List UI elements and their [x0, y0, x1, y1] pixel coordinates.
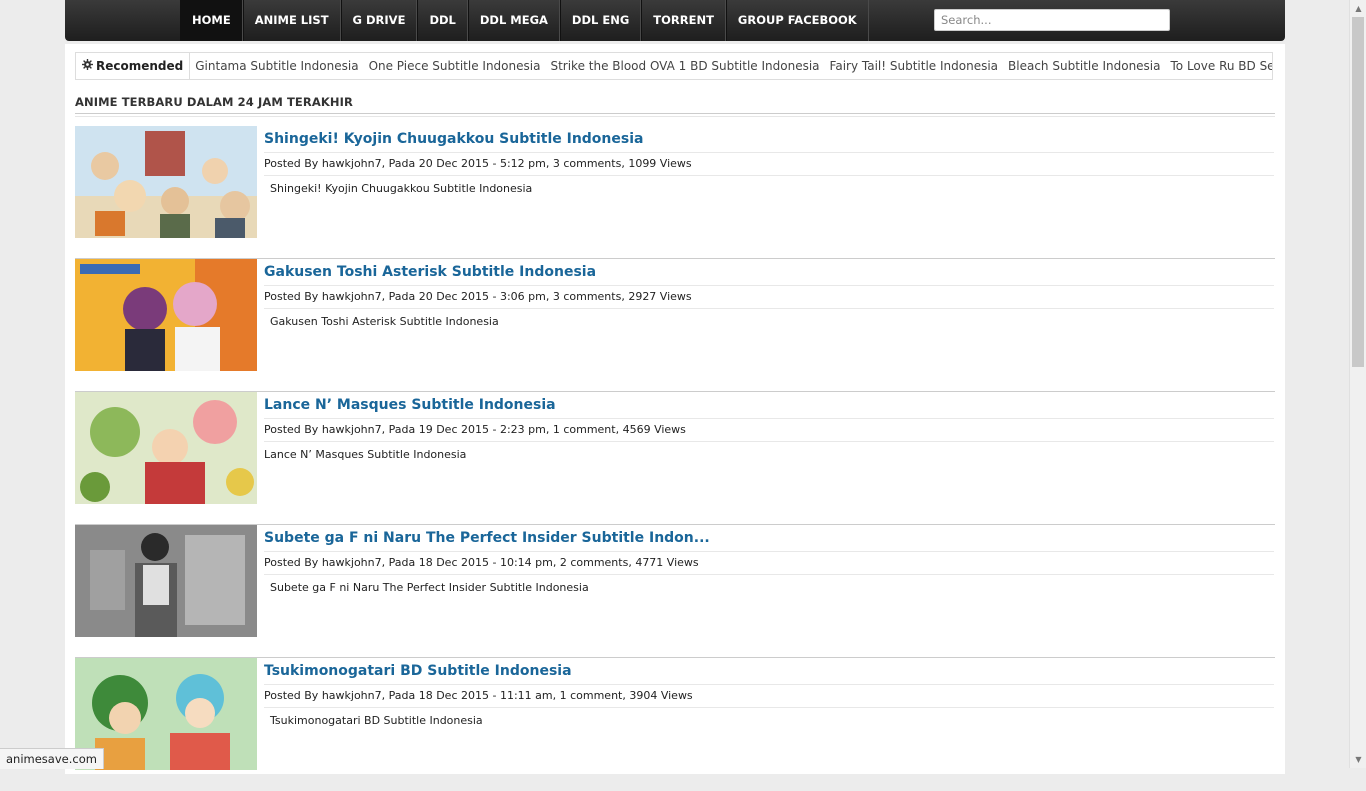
recommended-link[interactable]: Fairy Tail! Subtitle Indonesia [830, 59, 998, 73]
divider [264, 574, 1274, 575]
recommended-link[interactable]: Strike the Blood OVA 1 BD Subtitle Indon… [550, 59, 819, 73]
divider [75, 113, 1275, 114]
post-title[interactable]: Lance N’ Masques Subtitle Indonesia [264, 397, 1264, 413]
post-item: Subete ga F ni Naru The Perfect Insider … [75, 525, 1275, 658]
main-content: Recomended Gintama Subtitle Indonesia On… [65, 44, 1285, 774]
divider [264, 551, 1274, 552]
vertical-scrollbar[interactable]: ▲ ▼ [1349, 0, 1366, 768]
scroll-up-arrow-icon[interactable]: ▲ [1350, 0, 1366, 17]
post-item: Gakusen Toshi Asterisk Subtitle Indonesi… [75, 259, 1275, 392]
recommended-title: Recomended [96, 59, 184, 73]
recommended-bar: Recomended Gintama Subtitle Indonesia On… [75, 52, 1273, 80]
scrollbar-thumb[interactable] [1352, 17, 1364, 367]
divider [75, 116, 1275, 117]
recommended-links: Gintama Subtitle Indonesia One Piece Sub… [190, 59, 1272, 73]
post-title[interactable]: Gakusen Toshi Asterisk Subtitle Indonesi… [264, 264, 1264, 280]
post-thumbnail[interactable] [75, 259, 257, 371]
nav-anime-list[interactable]: ANIME LIST [242, 0, 341, 41]
post-meta: Posted By hawkjohn7, Pada 18 Dec 2015 - … [264, 689, 693, 702]
post-meta: Posted By hawkjohn7, Pada 19 Dec 2015 - … [264, 423, 686, 436]
post-title[interactable]: Tsukimonogatari BD Subtitle Indonesia [264, 663, 1264, 679]
post-item: Shingeki! Kyojin Chuugakkou Subtitle Ind… [75, 126, 1275, 259]
scroll-down-arrow-icon[interactable]: ▼ [1350, 751, 1366, 768]
recommended-label: Recomended [76, 53, 191, 79]
section-title: ANIME TERBARU DALAM 24 JAM TERAKHIR [75, 95, 353, 109]
divider [264, 308, 1274, 309]
status-bar-url: animesave.com [0, 748, 104, 769]
recommended-link[interactable]: Gintama Subtitle Indonesia [195, 59, 358, 73]
post-thumbnail[interactable] [75, 126, 257, 238]
post-meta: Posted By hawkjohn7, Pada 20 Dec 2015 - … [264, 157, 692, 170]
divider [264, 152, 1274, 153]
post-thumbnail[interactable] [75, 392, 257, 504]
divider [264, 441, 1274, 442]
post-item: Lance N’ Masques Subtitle Indonesia Post… [75, 392, 1275, 525]
post-thumbnail[interactable] [75, 525, 257, 637]
recommended-link[interactable]: To Love Ru BD Season 1 Subtitle Ind... [1171, 59, 1273, 73]
gear-icon [82, 53, 93, 79]
post-title[interactable]: Subete ga F ni Naru The Perfect Insider … [264, 530, 1264, 546]
divider [264, 418, 1274, 419]
post-excerpt: Gakusen Toshi Asterisk Subtitle Indonesi… [270, 315, 499, 328]
divider [264, 175, 1274, 176]
post-meta: Posted By hawkjohn7, Pada 20 Dec 2015 - … [264, 290, 692, 303]
post-meta: Posted By hawkjohn7, Pada 18 Dec 2015 - … [264, 556, 699, 569]
nav-group-facebook[interactable]: GROUP FACEBOOK [725, 0, 869, 41]
search-input[interactable] [934, 9, 1170, 31]
post-item: Tsukimonogatari BD Subtitle Indonesia Po… [75, 658, 1275, 791]
nav-ddl-mega[interactable]: DDL MEGA [467, 0, 560, 41]
divider [264, 684, 1274, 685]
divider [264, 285, 1274, 286]
post-excerpt: Shingeki! Kyojin Chuugakkou Subtitle Ind… [270, 182, 533, 195]
divider [264, 707, 1274, 708]
post-excerpt: Lance N’ Masques Subtitle Indonesia [264, 448, 467, 461]
recommended-link[interactable]: One Piece Subtitle Indonesia [369, 59, 541, 73]
nav-ddl[interactable]: DDL [417, 0, 468, 41]
post-excerpt: Tsukimonogatari BD Subtitle Indonesia [270, 714, 483, 727]
nav-g-drive[interactable]: G DRIVE [340, 0, 418, 41]
post-excerpt: Subete ga F ni Naru The Perfect Insider … [270, 581, 589, 594]
post-title[interactable]: Shingeki! Kyojin Chuugakkou Subtitle Ind… [264, 131, 1264, 147]
recommended-link[interactable]: Bleach Subtitle Indonesia [1008, 59, 1160, 73]
nav-ddl-eng[interactable]: DDL ENG [559, 0, 642, 41]
nav-torrent[interactable]: TORRENT [641, 0, 726, 41]
nav-home[interactable]: HOME [180, 0, 243, 41]
main-menu: HOME ANIME LIST G DRIVE DDL DDL MEGA DDL… [180, 0, 869, 41]
top-navbar: HOME ANIME LIST G DRIVE DDL DDL MEGA DDL… [65, 0, 1285, 41]
